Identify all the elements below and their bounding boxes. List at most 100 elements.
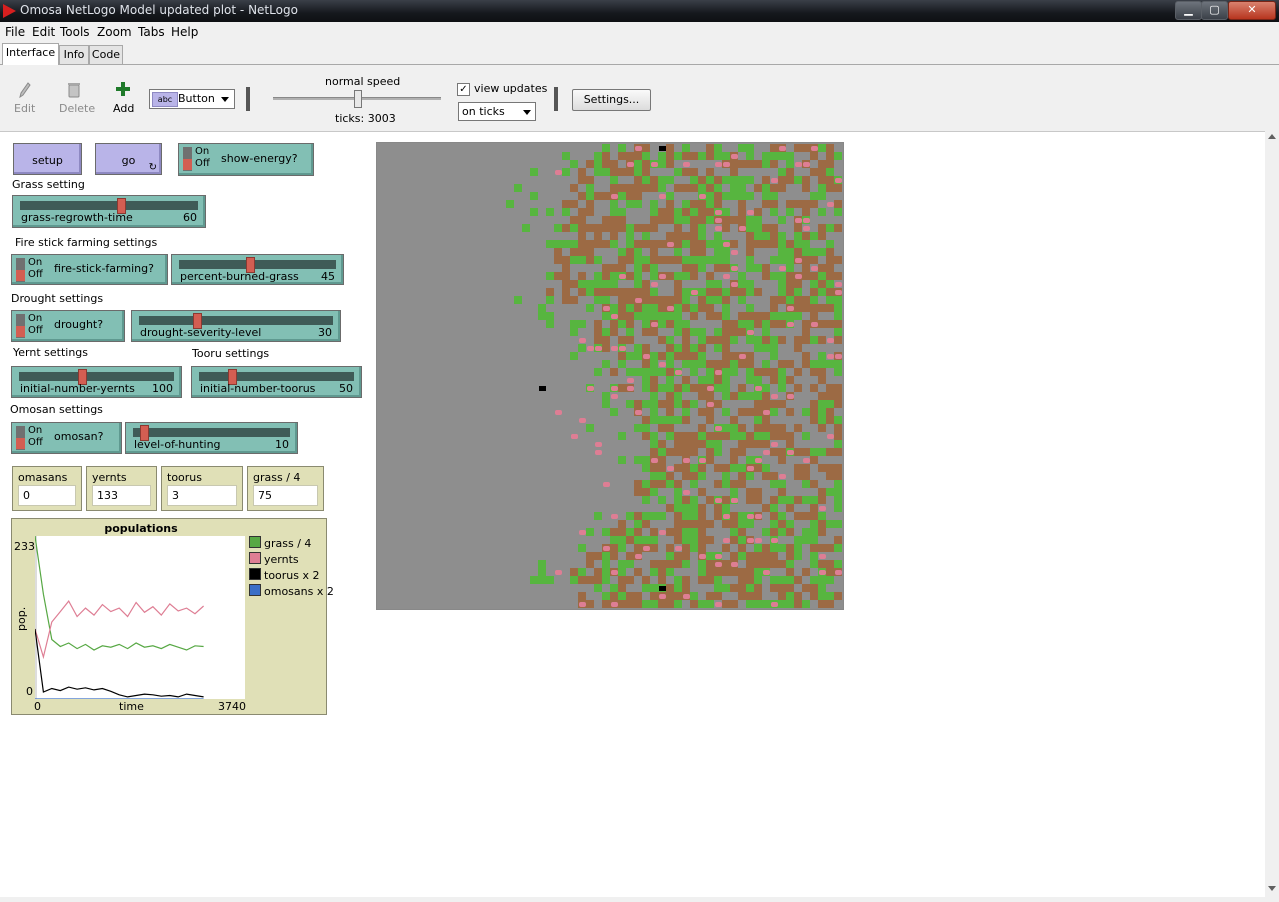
yernt-agent bbox=[715, 370, 722, 375]
yernt-agent bbox=[835, 290, 842, 295]
yernt-agent bbox=[579, 530, 586, 535]
settings-button[interactable]: Settings... bbox=[572, 89, 651, 111]
yernt-agent bbox=[667, 242, 674, 247]
slider-track bbox=[133, 428, 290, 437]
grass-regrowth-slider[interactable]: grass-regrowth-time 60 bbox=[12, 195, 206, 228]
delete-button[interactable]: Delete bbox=[59, 102, 95, 115]
legend-entry: grass / 4 bbox=[249, 536, 311, 550]
yernt-agent bbox=[787, 306, 794, 311]
yernt-agent bbox=[715, 562, 722, 567]
setup-button[interactable]: setup bbox=[13, 143, 82, 175]
legend-label: yernts bbox=[264, 553, 299, 566]
widget-type-value: Button bbox=[178, 92, 215, 105]
yernt-agent bbox=[795, 274, 802, 279]
speed-slider-knob[interactable] bbox=[354, 90, 362, 108]
yernt-agent bbox=[771, 602, 778, 607]
legend-entry: yernts bbox=[249, 552, 299, 566]
world-view[interactable] bbox=[376, 142, 844, 610]
switch-toggle bbox=[16, 258, 25, 282]
update-mode-select[interactable]: on ticks bbox=[458, 102, 536, 121]
world-patches bbox=[506, 144, 842, 608]
yernt-agent bbox=[715, 210, 722, 215]
yernt-agent bbox=[571, 434, 578, 439]
yernt-agent bbox=[691, 290, 698, 295]
initial-yernts-slider[interactable]: initial-number-yernts 100 bbox=[11, 366, 182, 398]
yernt-agent bbox=[731, 250, 738, 255]
chevron-down-icon bbox=[221, 97, 229, 102]
slider-value: 30 bbox=[318, 326, 332, 339]
yernt-agent bbox=[755, 514, 762, 519]
yernt-agent bbox=[723, 274, 730, 279]
yernt-agent bbox=[667, 306, 674, 311]
menu-zoom[interactable]: Zoom bbox=[97, 25, 132, 39]
scroll-down-icon[interactable] bbox=[1268, 886, 1276, 891]
yernt-agent bbox=[627, 162, 634, 167]
level-of-hunting-slider[interactable]: level-of-hunting 10 bbox=[125, 422, 298, 454]
drought-switch[interactable]: On Off drought? bbox=[11, 310, 125, 342]
populations-plot: populations 233 0 pop. 0 time 3740 grass… bbox=[11, 518, 334, 715]
switch-knob bbox=[183, 159, 192, 170]
yernt-agent bbox=[603, 482, 610, 487]
grass-monitor: grass / 4 75 bbox=[247, 466, 324, 511]
omosan-switch[interactable]: On Off omosan? bbox=[11, 422, 122, 454]
yernt-agent bbox=[595, 450, 602, 455]
add-button[interactable]: Add bbox=[113, 102, 134, 115]
yernt-agent bbox=[771, 442, 778, 447]
yernt-agent bbox=[635, 554, 642, 559]
switch-on-label: On bbox=[195, 146, 210, 157]
yernt-agent bbox=[659, 362, 666, 367]
yernt-agent bbox=[619, 274, 626, 279]
yernt-agent bbox=[747, 330, 754, 335]
yernt-agent bbox=[675, 546, 682, 551]
legend-entry: omosans x 2 bbox=[249, 584, 334, 598]
legend-swatch bbox=[249, 552, 261, 564]
minimize-button[interactable]: ▁ bbox=[1175, 1, 1202, 20]
switch-off-label: Off bbox=[28, 437, 43, 448]
drought-severity-slider[interactable]: drought-severity-level 30 bbox=[131, 310, 341, 342]
menu-tools[interactable]: Tools bbox=[60, 25, 90, 39]
go-button[interactable]: go ↻ bbox=[95, 143, 162, 175]
plot-legend: grass / 4 yernts toorus x 2 omosans x 2 bbox=[249, 536, 334, 616]
monitor-value: 0 bbox=[18, 485, 76, 506]
initial-toorus-slider[interactable]: initial-number-toorus 50 bbox=[191, 366, 362, 398]
yernt-agent bbox=[579, 602, 586, 607]
yernt-agent bbox=[611, 346, 618, 351]
percent-burned-slider[interactable]: percent-burned-grass 45 bbox=[171, 254, 344, 285]
tab-interface[interactable]: Interface bbox=[2, 43, 59, 65]
slider-name: initial-number-toorus bbox=[200, 382, 316, 395]
tooru-agent bbox=[539, 386, 546, 391]
tab-code[interactable]: Code bbox=[89, 45, 123, 64]
fire-stick-farming-switch[interactable]: On Off fire-stick-farming? bbox=[11, 254, 168, 285]
yernt-agent bbox=[715, 218, 722, 223]
slider-track bbox=[19, 372, 174, 381]
legend-label: toorus x 2 bbox=[264, 569, 320, 582]
show-energy-switch[interactable]: On Off show-energy? bbox=[178, 143, 314, 176]
maximize-button[interactable]: ▢ bbox=[1201, 1, 1228, 20]
vertical-scrollbar[interactable] bbox=[1265, 131, 1279, 896]
yernt-agent bbox=[643, 546, 650, 551]
menu-tabs[interactable]: Tabs bbox=[138, 25, 165, 39]
scroll-up-icon[interactable] bbox=[1268, 134, 1276, 139]
monitor-value: 75 bbox=[253, 485, 318, 506]
yernt-agent bbox=[683, 162, 690, 167]
yernt-agent bbox=[579, 418, 586, 423]
edit-button[interactable]: Edit bbox=[14, 102, 35, 115]
tooru-settings-note: Tooru settings bbox=[192, 347, 270, 360]
yernt-agent bbox=[723, 242, 730, 247]
yernt-agent bbox=[787, 450, 794, 455]
ticks-counter: ticks: 3003 bbox=[335, 112, 396, 125]
switch-off-label: Off bbox=[28, 325, 43, 336]
yernt-agent bbox=[747, 210, 754, 215]
view-updates-checkbox[interactable]: ✓ bbox=[457, 83, 470, 96]
yernt-agent bbox=[755, 458, 762, 463]
widget-type-select[interactable]: abc Button bbox=[149, 89, 235, 109]
menu-file[interactable]: File bbox=[5, 25, 25, 39]
switch-toggle bbox=[16, 314, 25, 338]
slider-track bbox=[20, 201, 198, 210]
close-button[interactable]: ✕ bbox=[1228, 1, 1276, 20]
menu-edit[interactable]: Edit bbox=[32, 25, 55, 39]
menu-help[interactable]: Help bbox=[171, 25, 198, 39]
legend-label: omosans x 2 bbox=[264, 585, 334, 598]
tab-info[interactable]: Info bbox=[59, 45, 89, 64]
plot-area bbox=[35, 536, 245, 699]
